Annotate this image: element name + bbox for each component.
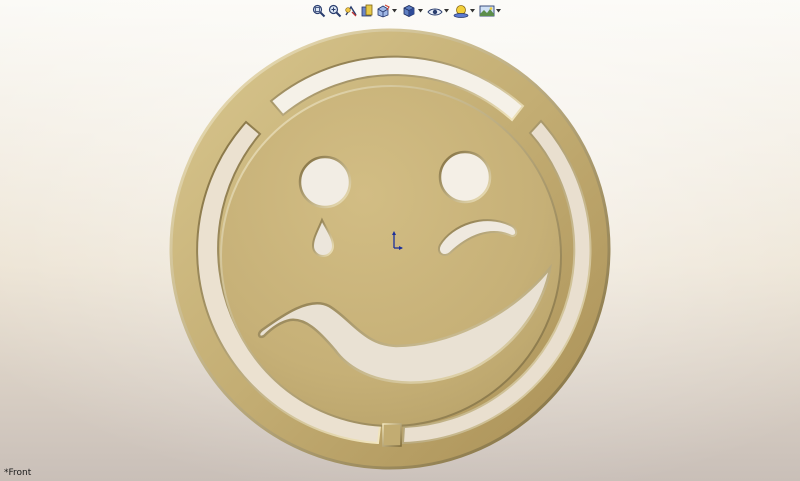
zoom-fit-button[interactable] [311,2,327,20]
view-orientation-dropdown[interactable] [391,2,397,20]
appearance-icon [453,5,469,18]
graphics-viewport[interactable]: *Front [0,0,800,481]
zoom-area-button[interactable] [327,2,343,20]
hide-show-items-button[interactable] [427,2,443,20]
view-name-label: *Front [4,468,32,478]
edit-appearance-button[interactable] [453,2,469,20]
zoom-fit-icon [312,4,326,18]
chevron-down-icon [443,9,449,13]
right-eye [438,150,492,204]
display-style-dropdown[interactable] [417,2,423,20]
view-orientation-button[interactable] [375,2,391,20]
hide-show-items-dropdown[interactable] [443,2,449,20]
chevron-down-icon [495,9,501,13]
heads-up-view-toolbar [311,1,505,21]
hide-show-icon [427,8,443,16]
chevron-down-icon [469,9,475,13]
display-style-icon [403,5,415,17]
previous-view-button[interactable] [343,2,359,20]
previous-view-icon [345,5,357,17]
section-view-button[interactable] [359,2,375,20]
origin-triad-icon [392,231,403,250]
zoom-area-icon [328,4,342,18]
bottom-stem [382,423,402,447]
scene-icon [479,5,495,17]
edit-appearance-dropdown[interactable] [469,2,475,20]
apply-scene-dropdown[interactable] [495,2,501,20]
chevron-down-icon [391,9,397,13]
apply-scene-button[interactable] [479,2,495,20]
section-view-icon [361,4,373,17]
left-eye [298,155,352,209]
display-style-button[interactable] [401,2,417,20]
chevron-down-icon [417,9,423,13]
view-orientation-icon [377,4,390,18]
